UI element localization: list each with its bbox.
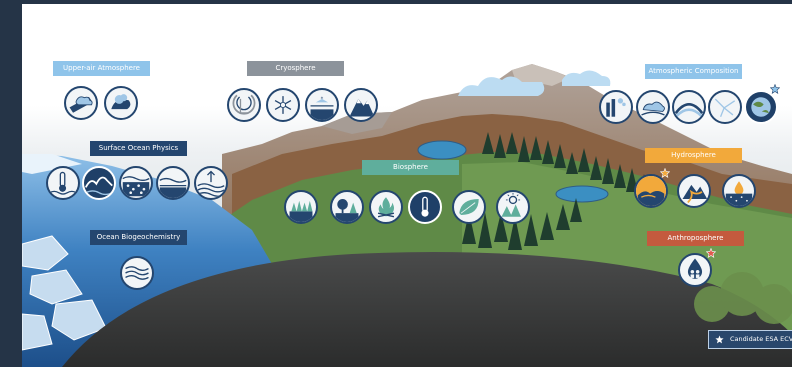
forest-icon[interactable] — [330, 190, 364, 224]
star-icon — [715, 335, 724, 344]
ozone-layer-icon[interactable] — [672, 90, 706, 124]
label-upper-air-atmosphere: Upper-air Atmosphere — [53, 61, 150, 76]
waves-icon[interactable] — [82, 166, 116, 200]
land-cover-icon[interactable] — [284, 190, 318, 224]
label-cryosphere: Cryosphere — [247, 61, 344, 76]
ice-sheet-icon[interactable] — [227, 88, 261, 122]
candidate-star-icon — [706, 248, 716, 258]
sea-state-icon[interactable] — [119, 166, 153, 200]
surface-current-icon[interactable] — [194, 166, 228, 200]
sea-ice-icon[interactable]: * — [305, 88, 339, 122]
groundwater-icon[interactable] — [722, 174, 756, 208]
fire-icon[interactable] — [369, 190, 403, 224]
water-use-icon[interactable] — [678, 253, 712, 287]
legend-candidate-ecvs: Candidate ESA ECVs — [708, 330, 792, 349]
candidate-star-icon — [660, 168, 670, 178]
diagram-canvas: Upper-air Atmosphere Cryosphere Atmosphe… — [22, 4, 792, 367]
ocean-color-icon[interactable] — [120, 256, 154, 290]
albedo-icon[interactable] — [496, 190, 530, 224]
cloud-ozone-icon[interactable] — [636, 90, 670, 124]
label-hydrosphere: Hydrosphere — [645, 148, 742, 163]
label-biosphere: Biosphere — [362, 160, 459, 175]
snowflake-icon[interactable] — [266, 88, 300, 122]
sea-level-icon[interactable] — [156, 166, 190, 200]
glacier-icon[interactable] — [344, 88, 378, 122]
legend-label: Candidate ESA ECVs — [730, 335, 792, 343]
leaf-icon[interactable] — [452, 190, 486, 224]
svg-text:*: * — [321, 97, 324, 103]
sea-temperature-icon[interactable] — [46, 166, 80, 200]
river-icon[interactable] — [677, 174, 711, 208]
label-surface-ocean-physics: Surface Ocean Physics — [90, 141, 187, 156]
label-atmospheric-composition: Atmospheric Composition — [645, 64, 742, 79]
greenhouse-gas-icon[interactable] — [708, 90, 742, 124]
cloud-icon[interactable] — [64, 86, 98, 120]
cloud-dots-icon[interactable] — [104, 86, 138, 120]
lake-icon[interactable] — [634, 174, 668, 208]
aerosol-icon[interactable] — [599, 90, 633, 124]
label-anthroposphere: Anthroposphere — [647, 231, 744, 246]
ecv-diagram: Upper-air Atmosphere Cryosphere Atmosphe… — [0, 0, 792, 367]
label-ocean-biogeochemistry: Ocean Biogeochemistry — [90, 230, 187, 245]
land-temperature-icon[interactable] — [408, 190, 442, 224]
candidate-star-icon — [770, 84, 780, 94]
global-icon[interactable] — [744, 90, 778, 124]
